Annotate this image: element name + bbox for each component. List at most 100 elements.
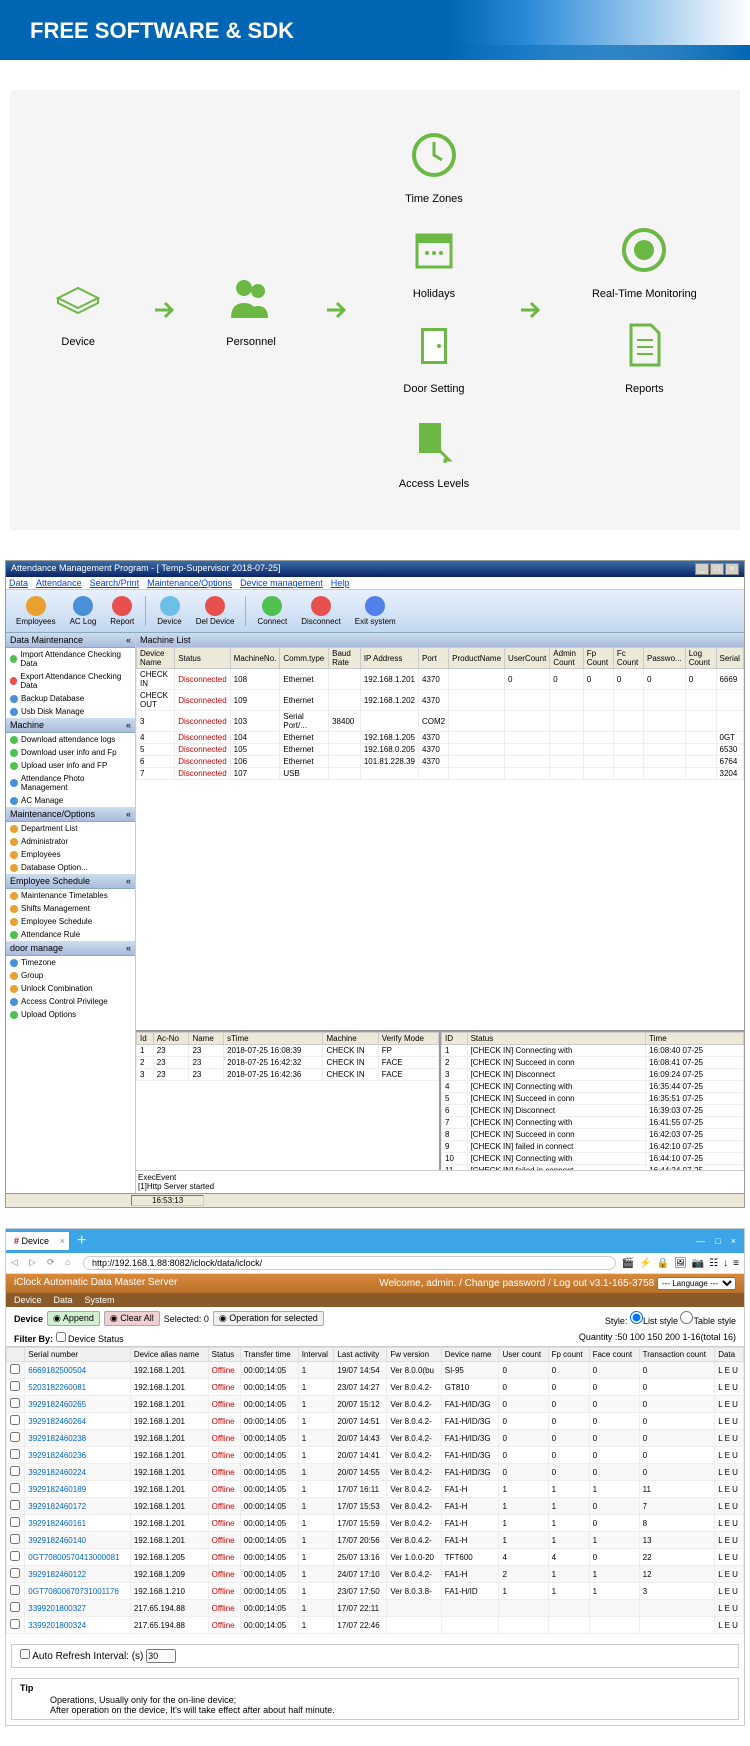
table-row[interactable]: 223232018-07-25 16:42:32CHECK INFACE — [137, 1057, 439, 1069]
auto-refresh-checkbox[interactable] — [20, 1649, 30, 1659]
row-checkbox[interactable] — [10, 1466, 20, 1476]
row-checkbox[interactable] — [10, 1415, 20, 1425]
table-row[interactable]: 3[CHECK IN] Disconnect16:09:24 07-25 — [442, 1069, 744, 1081]
left-log-grid[interactable]: IdAc-NoNamesTimeMachineVerify Mode123232… — [136, 1032, 441, 1170]
row-checkbox[interactable] — [10, 1398, 20, 1408]
toolbar-button[interactable]: Exit system — [349, 594, 402, 628]
menu-item[interactable]: Maintenance/Options — [147, 578, 232, 588]
table-row[interactable]: 3929182460264192.168.1.201Offline00:00;1… — [7, 1413, 744, 1430]
forward-icon[interactable]: ▷ — [29, 1257, 41, 1269]
table-row[interactable]: 4Disconnected104Ethernet192.168.1.205437… — [137, 732, 744, 744]
table-row[interactable]: 3929182460161192.168.1.201Offline00:00;1… — [7, 1515, 744, 1532]
refresh-icon[interactable]: ⟳ — [47, 1257, 59, 1269]
sidebar-section-header[interactable]: Machine« — [6, 718, 135, 733]
maximize-button[interactable]: □ — [710, 563, 724, 575]
toolbar-icon[interactable]: 📷 — [692, 1258, 704, 1269]
sidebar-section-header[interactable]: Employee Schedule« — [6, 874, 135, 889]
sidebar-item[interactable]: Attendance Rule — [6, 928, 135, 941]
sidebar-item[interactable]: Shifts Management — [6, 902, 135, 915]
sidebar-item[interactable]: Import Attendance Checking Data — [6, 648, 135, 670]
row-checkbox[interactable] — [10, 1602, 20, 1612]
tab-close-icon[interactable]: × — [60, 1236, 65, 1246]
sidebar-item[interactable]: Group — [6, 969, 135, 982]
table-row[interactable]: 3929182460224192.168.1.201Offline00:00;1… — [7, 1464, 744, 1481]
table-row[interactable]: 3929182460140192.168.1.201Offline00:00;1… — [7, 1532, 744, 1549]
row-checkbox[interactable] — [10, 1449, 20, 1459]
menu-item[interactable]: Search/Print — [90, 578, 140, 588]
table-row[interactable]: 2[CHECK IN] Succeed in conn16:08:41 07-2… — [442, 1057, 744, 1069]
toolbar-button[interactable]: Report — [104, 594, 140, 628]
sidebar-item[interactable]: Download user info and Fp — [6, 746, 135, 759]
toolbar-button[interactable]: AC Log — [64, 594, 103, 628]
table-row[interactable]: 3929182460122192.168.1.209Offline00:00;1… — [7, 1566, 744, 1583]
sidebar-section-header[interactable]: Data Maintenance« — [6, 633, 135, 648]
language-select[interactable]: --- Language --- — [657, 1277, 736, 1290]
table-row[interactable]: CHECK OUTDisconnected109Ethernet192.168.… — [137, 690, 744, 711]
table-row[interactable]: 0GT70800570413000081192.168.1.205Offline… — [7, 1549, 744, 1566]
list-style-radio[interactable] — [630, 1311, 643, 1324]
row-checkbox[interactable] — [10, 1585, 20, 1595]
row-checkbox[interactable] — [10, 1517, 20, 1527]
right-log-grid[interactable]: IDStatusTime1[CHECK IN] Connecting with1… — [441, 1032, 744, 1170]
toolbar-button[interactable]: Del Device — [190, 594, 241, 628]
table-row[interactable]: 3929182460189192.168.1.201Offline00:00;1… — [7, 1481, 744, 1498]
clear-all-button[interactable]: ◉ Clear All — [104, 1311, 160, 1326]
table-row[interactable]: 3929182460172192.168.1.201Offline00:00;1… — [7, 1498, 744, 1515]
row-checkbox[interactable] — [10, 1534, 20, 1544]
menu-item[interactable]: Device management — [240, 578, 323, 588]
table-row[interactable]: 6[CHECK IN] Disconnect16:39:03 07-25 — [442, 1105, 744, 1117]
toolbar-icon[interactable]: ⚡ — [639, 1258, 651, 1269]
sidebar-section-header[interactable]: door manage« — [6, 941, 135, 956]
sidebar-item[interactable]: Upload Options — [6, 1008, 135, 1021]
sidebar-item[interactable]: Timezone — [6, 956, 135, 969]
table-row[interactable]: 4[CHECK IN] Connecting with16:35:44 07-2… — [442, 1081, 744, 1093]
sidebar-item[interactable]: Database Option... — [6, 861, 135, 874]
table-row[interactable]: 5Disconnected105Ethernet192.168.0.205437… — [137, 744, 744, 756]
sidebar-item[interactable]: Export Attendance Checking Data — [6, 670, 135, 692]
sidebar-item[interactable]: Access Control Privilege — [6, 995, 135, 1008]
server-menu-item[interactable]: Data — [54, 1295, 73, 1305]
server-menu-item[interactable]: System — [85, 1295, 115, 1305]
interval-input[interactable] — [146, 1649, 176, 1663]
toolbar-button[interactable]: Disconnect — [295, 594, 347, 628]
table-row[interactable]: 6Disconnected106Ethernet101.81.228.39437… — [137, 756, 744, 768]
toolbar-button[interactable]: Employees — [10, 594, 62, 628]
row-checkbox[interactable] — [10, 1483, 20, 1493]
sidebar-item[interactable]: Maintenance Timetables — [6, 889, 135, 902]
browser-close[interactable]: × — [731, 1236, 736, 1246]
menu-item[interactable]: Data — [9, 578, 28, 588]
table-row[interactable]: 8[CHECK IN] Succeed in conn16:42:03 07-2… — [442, 1129, 744, 1141]
toolbar-icon[interactable]: 🖼 — [674, 1258, 687, 1269]
sidebar-item[interactable]: Upload user info and FP — [6, 759, 135, 772]
table-style-radio[interactable] — [680, 1311, 693, 1324]
row-checkbox[interactable] — [10, 1432, 20, 1442]
new-tab-button[interactable]: + — [69, 1232, 94, 1250]
sidebar-item[interactable]: Backup Database — [6, 692, 135, 705]
sidebar-section-header[interactable]: Maintenance/Options« — [6, 807, 135, 822]
table-row[interactable]: 3929182460265192.168.1.201Offline00:00;1… — [7, 1396, 744, 1413]
table-row[interactable]: 7[CHECK IN] Connecting with16:41:55 07-2… — [442, 1117, 744, 1129]
home-icon[interactable]: ⌂ — [65, 1257, 77, 1269]
table-row[interactable]: 123232018-07-25 16:08:39CHECK INFP — [137, 1045, 439, 1057]
table-row[interactable]: 3Disconnected103Serial Port/...38400COM2 — [137, 711, 744, 732]
menu-item[interactable]: Attendance — [36, 578, 82, 588]
toolbar-icon[interactable]: ☷ — [709, 1258, 718, 1269]
table-row[interactable]: 10[CHECK IN] Connecting with16:44:10 07-… — [442, 1153, 744, 1165]
sidebar-item[interactable]: Department List — [6, 822, 135, 835]
sidebar-item[interactable]: Download attendance logs — [6, 733, 135, 746]
table-row[interactable]: CHECK INDisconnected108Ethernet192.168.1… — [137, 669, 744, 690]
close-button[interactable]: × — [725, 563, 739, 575]
table-row[interactable]: 323232018-07-25 16:42:36CHECK INFACE — [137, 1069, 439, 1081]
table-row[interactable]: 5203182260081192.168.1.201Offline00:00;1… — [7, 1379, 744, 1396]
row-checkbox[interactable] — [10, 1619, 20, 1629]
sidebar-item[interactable]: Usb Disk Manage — [6, 705, 135, 718]
machine-list-grid[interactable]: Device NameStatusMachineNo.Comm.typeBaud… — [136, 647, 744, 1030]
table-row[interactable]: 3399201800327217.65.194.88Offline00:00;1… — [7, 1600, 744, 1617]
back-icon[interactable]: ◁ — [11, 1257, 23, 1269]
device-status-filter[interactable] — [56, 1332, 66, 1342]
sidebar-item[interactable]: Attendance Photo Management — [6, 772, 135, 794]
table-row[interactable]: 0GT70800670731001176192.168.1.210Offline… — [7, 1583, 744, 1600]
toolbar-button[interactable]: Connect — [251, 594, 293, 628]
toolbar-button[interactable]: Device — [151, 594, 187, 628]
table-row[interactable]: 3929182460238192.168.1.201Offline00:00;1… — [7, 1430, 744, 1447]
